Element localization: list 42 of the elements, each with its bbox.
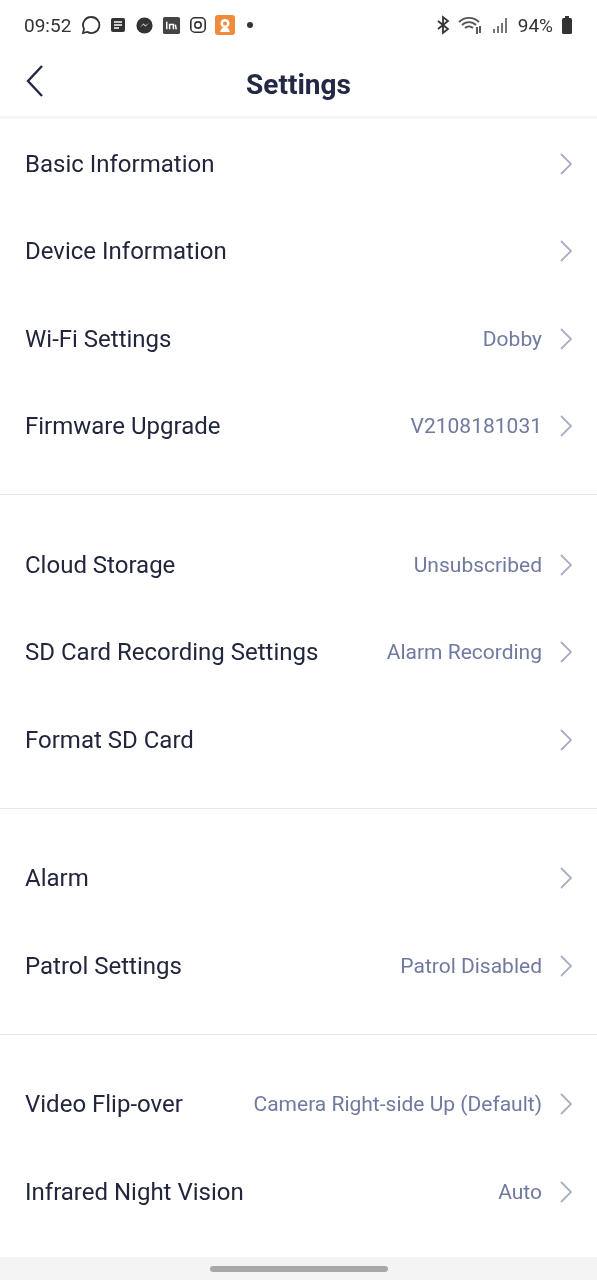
bluetooth-icon xyxy=(435,15,450,35)
setting-value: Auto xyxy=(498,1179,542,1204)
chevron-right-icon xyxy=(560,152,572,175)
chevron-right-icon xyxy=(560,327,572,350)
setting-label[interactable]: Alarm xyxy=(25,864,89,893)
wifi-icon xyxy=(457,15,484,35)
chevron-right-icon xyxy=(560,415,572,438)
chevron-right-icon xyxy=(560,954,572,977)
camera-app-icon xyxy=(189,16,208,34)
status-time: 09:52 xyxy=(24,13,72,37)
setting-value: Alarm Recording xyxy=(386,640,542,665)
setting-label[interactable]: Basic Information xyxy=(25,149,215,178)
setting-label[interactable]: Device Information xyxy=(25,237,227,266)
battery-icon xyxy=(561,15,573,35)
setting-label[interactable]: Wi-Fi Settings xyxy=(25,324,172,353)
setting-label[interactable]: Patrol Settings xyxy=(25,951,182,980)
app-icon xyxy=(162,15,182,35)
setting-value: Patrol Disabled xyxy=(400,953,542,978)
page-title: Settings xyxy=(246,67,351,101)
messenger-icon xyxy=(135,15,155,35)
chat-bubble-icon xyxy=(81,15,102,35)
setting-value: Dobby xyxy=(482,326,542,351)
battery-percentage: 94% xyxy=(517,13,553,37)
chevron-right-icon xyxy=(560,867,572,890)
chevron-right-icon xyxy=(560,1093,572,1116)
chevron-right-icon xyxy=(560,641,572,664)
setting-label[interactable]: SD Card Recording Settings xyxy=(25,638,319,667)
setting-label[interactable]: Infrared Night Vision xyxy=(25,1177,244,1206)
chevron-right-icon xyxy=(560,553,572,576)
setting-label[interactable]: Format SD Card xyxy=(25,725,194,754)
setting-label[interactable]: Cloud Storage xyxy=(25,550,176,579)
setting-value: V2108181031 xyxy=(410,414,542,439)
setting-value: Camera Right-side Up (Default) xyxy=(253,1092,542,1117)
chevron-right-icon xyxy=(560,240,572,263)
message-icon xyxy=(109,16,128,34)
webcam-app-icon xyxy=(215,15,236,35)
chevron-right-icon xyxy=(560,728,572,751)
signal-icon xyxy=(491,15,510,35)
setting-value: Unsubscribed xyxy=(413,552,542,577)
setting-label[interactable]: Firmware Upgrade xyxy=(25,412,221,441)
setting-label[interactable]: Video Flip-over xyxy=(25,1090,183,1119)
chevron-right-icon xyxy=(560,1180,572,1203)
